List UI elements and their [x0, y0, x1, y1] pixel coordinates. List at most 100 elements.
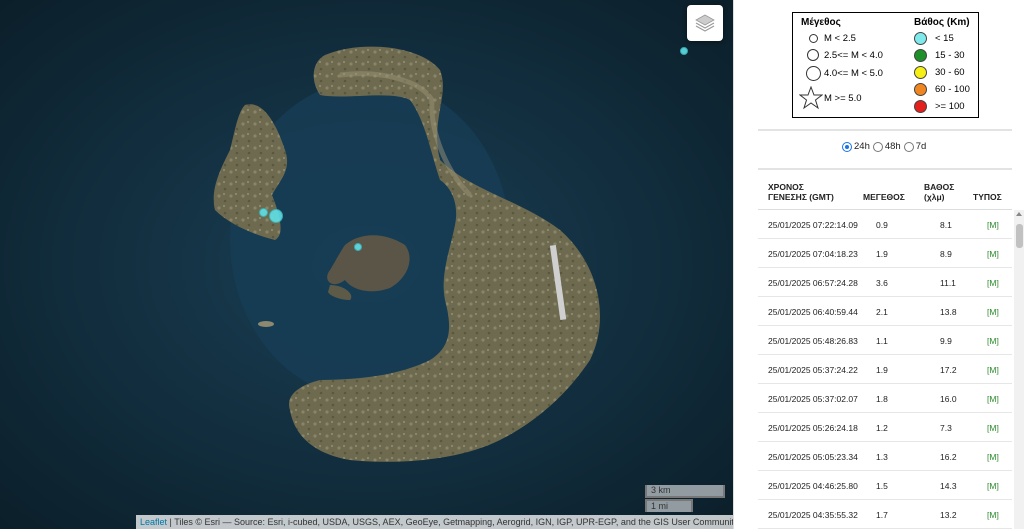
cell-time: 25/01/2025 05:48:26.83: [768, 336, 858, 346]
cell-time: 25/01/2025 05:37:02.07: [768, 394, 858, 404]
table-row[interactable]: 25/01/2025 05:37:02.07 1.8 16.0 [M]: [758, 384, 1012, 413]
table-row[interactable]: 25/01/2025 05:37:24.22 1.9 17.2 [M]: [758, 355, 1012, 384]
earthquake-marker[interactable]: [269, 209, 283, 223]
table-row[interactable]: 25/01/2025 04:46:25.80 1.5 14.3 [M]: [758, 471, 1012, 500]
cell-magnitude: 1.9: [876, 365, 888, 375]
cell-depth: 7.3: [940, 423, 952, 433]
depth-color-dot: [914, 83, 927, 96]
header-type[interactable]: ΤΥΠΟΣ: [973, 192, 1002, 202]
cell-magnitude: 1.1: [876, 336, 888, 346]
legend-depth-row: 30 - 60: [914, 66, 965, 79]
cell-depth: 17.2: [940, 365, 957, 375]
table-row[interactable]: 25/01/2025 05:48:26.83 1.1 9.9 [M]: [758, 326, 1012, 355]
medium-circle-icon: [807, 49, 819, 61]
leaflet-link[interactable]: Leaflet: [140, 517, 167, 527]
cell-magnitude: 1.9: [876, 249, 888, 259]
cell-time: 25/01/2025 06:57:24.28: [768, 278, 858, 288]
table-scrollbar[interactable]: [1014, 210, 1024, 529]
earthquake-marker[interactable]: [680, 47, 688, 55]
header-depth[interactable]: ΒΑΘΟΣ (χλμ): [924, 182, 954, 202]
attribution-text: | Tiles © Esri — Source: Esri, i-cubed, …: [167, 517, 733, 527]
cell-magnitude: 1.8: [876, 394, 888, 404]
small-circle-icon: [808, 34, 818, 43]
cell-type: [M]: [987, 423, 999, 433]
cell-time: 25/01/2025 04:35:55.32: [768, 510, 858, 520]
cell-magnitude: 3.6: [876, 278, 888, 288]
table-row[interactable]: 25/01/2025 07:22:14.09 0.9 8.1 [M]: [758, 210, 1012, 239]
cell-depth: 14.3: [940, 481, 957, 491]
legend-depth-row: < 15: [914, 32, 954, 45]
time-filter: 24h 48h 7d: [842, 141, 929, 152]
table-row[interactable]: 25/01/2025 05:26:24.18 1.2 7.3 [M]: [758, 413, 1012, 442]
cell-time: 25/01/2025 05:05:23.34: [768, 452, 858, 462]
cell-time: 25/01/2025 05:37:24.22: [768, 365, 858, 375]
earthquake-marker[interactable]: [354, 243, 362, 251]
cell-depth: 13.2: [940, 510, 957, 520]
table-row[interactable]: 25/01/2025 06:57:24.28 3.6 11.1 [M]: [758, 268, 1012, 297]
radio-48h[interactable]: 48h: [872, 141, 901, 152]
map-scale: 3 km 1 mi: [645, 485, 725, 513]
map-legend: Μέγεθος Βάθος (Km) M < 2.5 2.5<= M < 4.0…: [792, 12, 979, 118]
cell-depth: 16.0: [940, 394, 957, 404]
legend-depth-row: 15 - 30: [914, 49, 965, 62]
depth-color-dot: [914, 49, 927, 62]
cell-magnitude: 1.2: [876, 423, 888, 433]
cell-type: [M]: [987, 394, 999, 404]
cell-depth: 13.8: [940, 307, 957, 317]
header-magnitude[interactable]: ΜΕΓΕΘΟΣ: [863, 192, 905, 202]
cell-magnitude: 1.5: [876, 481, 888, 491]
cell-type: [M]: [987, 510, 999, 520]
legend-depth-row: >= 100: [914, 100, 965, 113]
header-time[interactable]: ΧΡΟΝΟΣ ΓΕΝΕΣΗΣ (GMT): [768, 182, 834, 202]
table-row[interactable]: 25/01/2025 06:40:59.44 2.1 13.8 [M]: [758, 297, 1012, 326]
cell-magnitude: 0.9: [876, 220, 888, 230]
satellite-imagery: [0, 0, 733, 529]
legend-depth-title: Βάθος (Km): [914, 17, 970, 28]
depth-color-dot: [914, 32, 927, 45]
layers-control-button[interactable]: [687, 5, 723, 41]
scale-mi: 1 mi: [645, 499, 693, 512]
table-row[interactable]: 25/01/2025 04:35:55.32 1.7 13.2 [M]: [758, 500, 1012, 529]
cell-type: [M]: [987, 365, 999, 375]
divider: [758, 168, 1012, 170]
cell-type: [M]: [987, 336, 999, 346]
scroll-thumb[interactable]: [1016, 224, 1023, 248]
legend-magnitude-row: 4.0<= M < 5.0: [802, 66, 883, 81]
legend-depth-row: 60 - 100: [914, 83, 970, 96]
scroll-up-arrow-icon[interactable]: [1016, 212, 1022, 216]
legend-magnitude-row: M >= 5.0: [798, 86, 862, 110]
cell-time: 25/01/2025 05:26:24.18: [768, 423, 858, 433]
cell-magnitude: 1.3: [876, 452, 888, 462]
cell-depth: 8.1: [940, 220, 952, 230]
cell-magnitude: 2.1: [876, 307, 888, 317]
depth-color-dot: [914, 100, 927, 113]
cell-type: [M]: [987, 481, 999, 491]
cell-depth: 16.2: [940, 452, 957, 462]
map-view[interactable]: 3 km 1 mi Leaflet | Tiles © Esri — Sourc…: [0, 0, 733, 529]
cell-magnitude: 1.7: [876, 510, 888, 520]
table-row[interactable]: 25/01/2025 05:05:23.34 1.3 16.2 [M]: [758, 442, 1012, 471]
cell-depth: 11.1: [940, 278, 956, 288]
cell-type: [M]: [987, 249, 999, 259]
layers-icon: [695, 14, 715, 32]
earthquake-table-header: ΧΡΟΝΟΣ ΓΕΝΕΣΗΣ (GMT) ΜΕΓΕΘΟΣ ΒΑΘΟΣ (χλμ)…: [758, 172, 1012, 210]
cell-time: 25/01/2025 07:22:14.09: [768, 220, 858, 230]
radio-24h[interactable]: 24h: [842, 141, 870, 152]
cell-depth: 9.9: [940, 336, 952, 346]
side-panel: Μέγεθος Βάθος (Km) M < 2.5 2.5<= M < 4.0…: [733, 0, 1024, 529]
legend-magnitude-row: 2.5<= M < 4.0: [802, 49, 883, 61]
earthquake-marker[interactable]: [259, 208, 268, 217]
star-icon: [799, 86, 823, 110]
cell-type: [M]: [987, 307, 999, 317]
cell-type: [M]: [987, 278, 999, 288]
scale-km: 3 km: [645, 485, 725, 498]
large-circle-icon: [805, 66, 821, 81]
map-attribution: Leaflet | Tiles © Esri — Source: Esri, i…: [136, 515, 733, 529]
depth-color-dot: [914, 66, 927, 79]
cell-time: 25/01/2025 06:40:59.44: [768, 307, 858, 317]
cell-time: 25/01/2025 04:46:25.80: [768, 481, 858, 491]
table-row[interactable]: 25/01/2025 07:04:18.23 1.9 8.9 [M]: [758, 239, 1012, 268]
radio-7d[interactable]: 7d: [903, 141, 926, 152]
cell-depth: 8.9: [940, 249, 952, 259]
earthquake-table-body[interactable]: 25/01/2025 07:22:14.09 0.9 8.1 [M] 25/01/202…: [758, 210, 1012, 529]
